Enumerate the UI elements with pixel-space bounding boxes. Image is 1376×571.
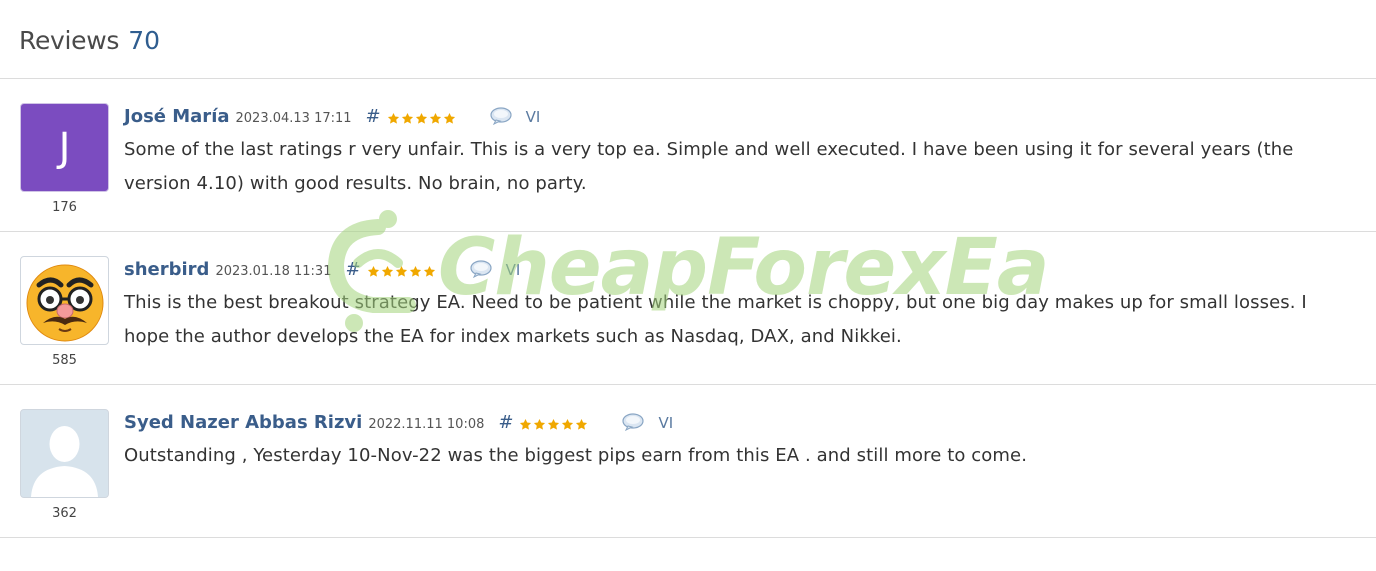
- review-meta: sherbird 2023.01.18 11:31 # VI: [124, 259, 1356, 283]
- star-rating: [367, 265, 436, 278]
- permalink-hash[interactable]: #: [345, 259, 360, 280]
- star-icon: [576, 418, 588, 430]
- star-icon: [429, 112, 441, 124]
- speech-bubble-icon[interactable]: [469, 260, 492, 282]
- reviewer-avatar-block: 585: [20, 256, 109, 368]
- author-link[interactable]: sherbird: [124, 259, 209, 280]
- author-link[interactable]: Syed Nazer Abbas Rizvi: [124, 412, 362, 433]
- reviewer-rating: 176: [52, 200, 77, 215]
- avatar-letter: J: [58, 124, 71, 171]
- review-text: Outstanding , Yesterday 10-Nov-22 was th…: [124, 445, 1028, 466]
- star-rating: [387, 112, 456, 125]
- reviewer-avatar-block: J 176: [20, 103, 109, 215]
- reviewer-rating: 362: [52, 506, 77, 521]
- star-icon: [423, 265, 435, 277]
- speech-bubble-icon[interactable]: [622, 413, 645, 435]
- reviews-count: 70: [128, 26, 161, 55]
- star-icon: [443, 112, 455, 124]
- permalink-hash[interactable]: #: [498, 412, 513, 433]
- author-link[interactable]: José María: [124, 106, 230, 127]
- review-item: 585 sherbird 2023.01.18 11:31 # VI This …: [0, 232, 1376, 385]
- review-item: 362 Syed Nazer Abbas Rizvi 2022.11.11 10…: [0, 385, 1376, 538]
- avatar[interactable]: J: [20, 103, 109, 192]
- review-content: Syed Nazer Abbas Rizvi 2022.11.11 10:08 …: [124, 412, 1356, 473]
- star-rating: [519, 418, 588, 431]
- star-icon: [548, 418, 560, 430]
- star-icon: [381, 265, 393, 277]
- review-content: José María 2023.04.13 17:11 # VI Some of…: [124, 106, 1356, 201]
- star-icon: [534, 418, 546, 430]
- permalink-hash[interactable]: #: [366, 106, 381, 127]
- translate-link[interactable]: VI: [506, 261, 521, 279]
- star-icon: [415, 112, 427, 124]
- reviewer-avatar-block: 362: [20, 409, 109, 521]
- star-icon: [520, 418, 532, 430]
- review-text: Some of the last ratings r very unfair. …: [124, 139, 1294, 194]
- default-user-icon: [21, 410, 108, 497]
- review-date: 2023.01.18 11:31: [215, 264, 332, 279]
- disguised-face-icon: [26, 264, 103, 341]
- avatar[interactable]: [20, 409, 109, 498]
- star-icon: [562, 418, 574, 430]
- reviewer-rating: 585: [52, 353, 77, 368]
- review-date: 2022.11.11 10:08: [368, 417, 485, 432]
- review-item: J 176 José María 2023.04.13 17:11 # VI S…: [0, 79, 1376, 232]
- reviews-title: Reviews: [19, 26, 120, 55]
- review-text: This is the best breakout strategy EA. N…: [124, 292, 1307, 347]
- reviews-header: Reviews 70: [0, 0, 1376, 79]
- star-icon: [387, 112, 399, 124]
- star-icon: [409, 265, 421, 277]
- translate-link[interactable]: VI: [658, 414, 673, 432]
- review-date: 2023.04.13 17:11: [235, 111, 352, 126]
- avatar[interactable]: [20, 256, 109, 345]
- review-meta: Syed Nazer Abbas Rizvi 2022.11.11 10:08 …: [124, 412, 1356, 436]
- translate-link[interactable]: VI: [526, 108, 541, 126]
- star-icon: [395, 265, 407, 277]
- review-meta: José María 2023.04.13 17:11 # VI: [124, 106, 1356, 130]
- review-content: sherbird 2023.01.18 11:31 # VI This is t…: [124, 259, 1356, 354]
- star-icon: [367, 265, 379, 277]
- speech-bubble-icon[interactable]: [490, 107, 512, 129]
- star-icon: [401, 112, 413, 124]
